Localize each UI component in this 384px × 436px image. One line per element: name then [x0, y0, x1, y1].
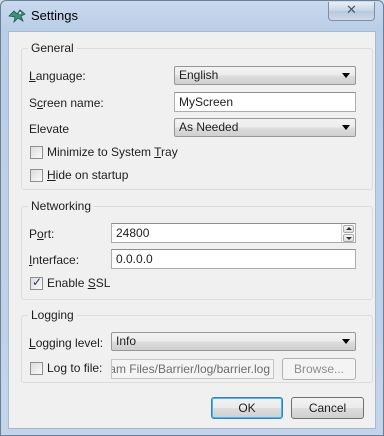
barrier-logo-icon	[8, 9, 26, 24]
logging-level-label: Logging level:	[29, 336, 104, 350]
log-file-path-input[interactable]: gram Files/Barrier/log/barrier.log	[111, 359, 274, 379]
log-to-file-checkbox-box[interactable]	[30, 362, 43, 375]
chevron-down-icon	[342, 125, 350, 130]
logging-level-select[interactable]: Info	[111, 332, 356, 351]
cancel-button[interactable]: Cancel	[291, 397, 364, 419]
minimize-checkbox-box[interactable]	[30, 146, 43, 159]
enable-ssl-checkbox[interactable]: ✓ Enable SSL	[30, 275, 111, 291]
title-bar[interactable]: Settings ✕	[1, 1, 383, 31]
networking-group-title: Networking	[28, 199, 95, 213]
minimize-to-tray-checkbox[interactable]: Minimize to System Tray	[30, 145, 178, 160]
close-icon: ✕	[346, 3, 357, 18]
interface-input[interactable]: 0.0.0.0	[111, 249, 356, 269]
browse-button[interactable]: Browse...	[282, 358, 356, 380]
elevate-select[interactable]: As Needed	[174, 118, 356, 137]
hide-on-startup-checkbox[interactable]: Hide on startup	[30, 168, 140, 183]
general-group-title: General	[28, 41, 77, 55]
ssl-checkbox-label: Enable SSL	[47, 276, 111, 290]
chevron-down-icon	[342, 73, 350, 78]
elevate-label: Elevate	[29, 122, 70, 136]
port-label: Port:	[29, 227, 55, 241]
language-select[interactable]: English	[174, 66, 356, 85]
window-title: Settings	[31, 8, 78, 23]
port-spinbox[interactable]: 24800	[111, 223, 356, 243]
log-file-path-value: gram Files/Barrier/log/barrier.log	[111, 362, 270, 376]
checkmark-icon: ✓	[32, 275, 43, 289]
close-button[interactable]: ✕	[328, 2, 375, 21]
port-stepper[interactable]	[341, 224, 355, 242]
interface-label: Interface:	[29, 253, 80, 267]
logging-level-value: Info	[116, 334, 137, 348]
ok-button[interactable]: OK	[211, 397, 283, 419]
log-to-file-checkbox[interactable]: Log to file:	[30, 361, 105, 376]
hide-checkbox-label: Hide on startup	[47, 168, 129, 182]
minimize-checkbox-label: Minimize to System Tray	[47, 145, 178, 159]
ssl-checkbox-box[interactable]: ✓	[30, 275, 43, 290]
screen-name-input[interactable]: MyScreen	[174, 92, 356, 112]
spin-up-icon[interactable]	[343, 225, 354, 233]
dialog-body: General Language: English Screen name: M…	[8, 31, 376, 429]
settings-window: Settings ✕ General Language: English Scr…	[0, 0, 384, 436]
screen-name-label: Screen name:	[29, 96, 104, 110]
logging-group-title: Logging	[28, 308, 77, 322]
language-label: Language:	[29, 69, 86, 83]
hide-checkbox-box[interactable]	[30, 169, 43, 182]
chevron-down-icon	[342, 339, 350, 344]
port-value: 24800	[116, 226, 150, 240]
log-to-file-label: Log to file:	[47, 361, 103, 375]
language-value: English	[179, 68, 219, 82]
spin-down-icon[interactable]	[343, 234, 354, 242]
elevate-value: As Needed	[179, 120, 239, 134]
